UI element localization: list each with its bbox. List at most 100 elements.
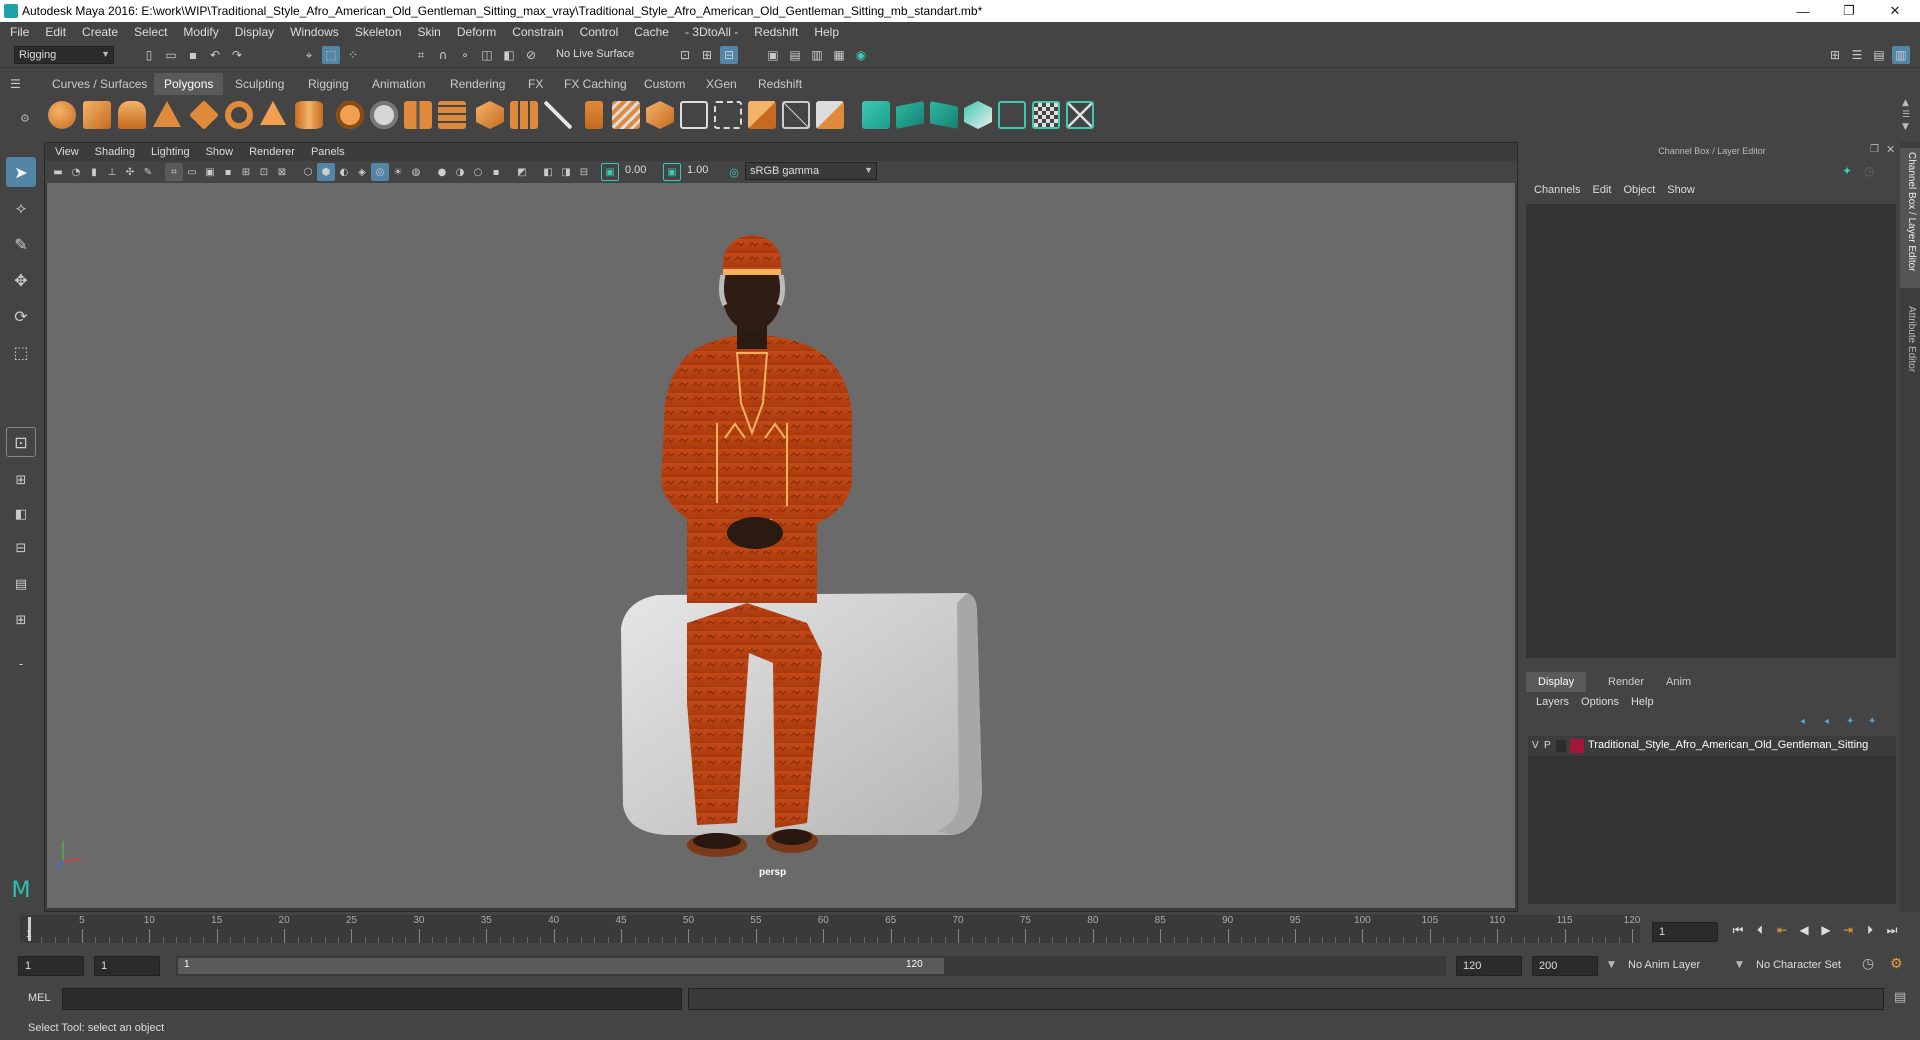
hypershade-icon[interactable]: ◉ bbox=[852, 46, 870, 64]
depth-of-field-icon[interactable]: ○ bbox=[469, 163, 487, 181]
layer-tab-render[interactable]: Render bbox=[1596, 672, 1656, 692]
new-scene-icon[interactable]: ▯ bbox=[140, 46, 158, 64]
shelf-tab-custom[interactable]: Custom bbox=[634, 73, 695, 95]
snap-curve-icon[interactable]: ∩ bbox=[434, 46, 452, 64]
shelf-scroll-icon[interactable]: ▲ ☰ ▼ bbox=[1902, 97, 1910, 133]
gamma-icon[interactable]: ▣ bbox=[663, 163, 681, 181]
merge-icon[interactable] bbox=[748, 101, 776, 129]
resolution-gate-icon[interactable]: ▣ bbox=[201, 163, 219, 181]
fill-hole-icon[interactable] bbox=[714, 101, 742, 129]
exposure-icon[interactable]: ▣ bbox=[601, 163, 619, 181]
chevron-down-icon[interactable]: ▼ bbox=[1608, 960, 1615, 970]
layer-color-swatch[interactable] bbox=[1570, 739, 1584, 753]
menu-modify[interactable]: Modify bbox=[175, 25, 226, 39]
object-menu[interactable]: Object bbox=[1623, 184, 1667, 202]
uv-automatic-icon[interactable] bbox=[964, 101, 992, 129]
layer-row[interactable]: V P Traditional_Style_Afro_American_Old_… bbox=[1528, 736, 1896, 756]
exposure-field[interactable]: 0.00 bbox=[621, 162, 661, 180]
script-language-label[interactable]: MEL bbox=[28, 992, 51, 1004]
options-menu[interactable]: Options bbox=[1581, 696, 1631, 708]
shelf-tab-rendering[interactable]: Rendering bbox=[440, 73, 515, 95]
viewport-menu-show[interactable]: Show bbox=[198, 146, 242, 158]
snap-live-icon[interactable]: ⊘ bbox=[522, 46, 540, 64]
layer-name[interactable]: Traditional_Style_Afro_American_Old_Gent… bbox=[1588, 739, 1868, 751]
pan-zoom-icon[interactable]: ✣ bbox=[121, 163, 139, 181]
shelf-tab-fx[interactable]: FX bbox=[518, 73, 553, 95]
attribute-editor-toggle-icon[interactable]: ☰ bbox=[1848, 46, 1866, 64]
command-input[interactable] bbox=[62, 988, 682, 1010]
safe-action-icon[interactable]: ⊡ bbox=[255, 163, 273, 181]
move-layer-up-icon[interactable]: ◂ bbox=[1800, 716, 1805, 727]
select-component-icon[interactable]: ⁘ bbox=[344, 46, 362, 64]
uv-spherical-icon[interactable] bbox=[930, 101, 958, 129]
time-slider[interactable]: 1 5 10 15 20 25 30 35 40 45 50 55 60 65 70 75 80 85 90 95 1… bbox=[20, 915, 1640, 943]
new-layer-selected-icon[interactable]: ✦ bbox=[1868, 716, 1876, 727]
menu-windows[interactable]: Windows bbox=[282, 25, 347, 39]
boolean-icon[interactable] bbox=[476, 101, 504, 129]
shelf-tab-xgen[interactable]: XGen bbox=[696, 73, 747, 95]
live-surface-field[interactable]: No Live Surface bbox=[552, 46, 648, 64]
bevel-icon[interactable] bbox=[646, 101, 674, 129]
shelf-tab-curves-surfaces[interactable]: Curves / Surfaces bbox=[42, 73, 157, 95]
select-hierarchy-icon[interactable]: ⌖ bbox=[300, 46, 318, 64]
bridge-icon[interactable] bbox=[612, 101, 640, 129]
extrude-icon[interactable] bbox=[585, 101, 603, 129]
select-tool-icon[interactable]: ➤ bbox=[6, 157, 36, 187]
layer-type-toggle[interactable] bbox=[1556, 740, 1566, 752]
extract-icon[interactable] bbox=[404, 101, 432, 129]
poly-cube-icon[interactable] bbox=[83, 101, 111, 129]
anim-layer-dropdown[interactable]: No Anim Layer bbox=[1628, 959, 1700, 971]
isolate-select-icon[interactable]: ▪ bbox=[487, 163, 505, 181]
hud-icon[interactable]: ⊟ bbox=[575, 163, 593, 181]
uv-unfold-icon[interactable] bbox=[998, 101, 1026, 129]
modeling-toolkit-icon[interactable]: ⊞ bbox=[1826, 46, 1844, 64]
menu-help[interactable]: Help bbox=[806, 25, 847, 39]
channel-list-area[interactable] bbox=[1526, 204, 1896, 658]
playback-end-field[interactable]: 120 bbox=[1456, 956, 1522, 976]
edit-menu[interactable]: Edit bbox=[1592, 184, 1623, 202]
current-frame-field[interactable]: 1 bbox=[1652, 922, 1718, 942]
menu-edit[interactable]: Edit bbox=[37, 25, 74, 39]
range-slider-handle[interactable] bbox=[178, 958, 944, 974]
poly-cone-icon[interactable] bbox=[153, 101, 181, 127]
layer-visibility-toggle[interactable]: V bbox=[1532, 740, 1539, 751]
viewport-menu-view[interactable]: View bbox=[45, 146, 87, 158]
menu-skin[interactable]: Skin bbox=[410, 25, 449, 39]
xray-joints-icon[interactable]: ◧ bbox=[539, 163, 557, 181]
persp-outliner-layout-icon[interactable]: ◧ bbox=[6, 499, 36, 529]
step-back-key-icon[interactable]: ⏴ bbox=[1752, 922, 1768, 938]
reduce-icon[interactable] bbox=[510, 101, 538, 129]
menu-skeleton[interactable]: Skeleton bbox=[347, 25, 410, 39]
camera-select-icon[interactable]: ▬ bbox=[49, 163, 67, 181]
menu-constrain[interactable]: Constrain bbox=[504, 25, 571, 39]
scale-tool-icon[interactable]: ⬚ bbox=[6, 337, 36, 367]
show-menu[interactable]: Show bbox=[1667, 184, 1707, 202]
uv-editor-icon[interactable] bbox=[1066, 101, 1094, 129]
shelf-tab-animation[interactable]: Animation bbox=[362, 73, 435, 95]
film-gate-icon[interactable]: ▭ bbox=[183, 163, 201, 181]
paint-select-tool-icon[interactable]: ✎ bbox=[6, 229, 36, 259]
poly-pipe-icon[interactable] bbox=[295, 101, 323, 129]
poly-plane-icon[interactable] bbox=[189, 100, 219, 130]
symmetry-icon[interactable]: ⊟ bbox=[720, 46, 738, 64]
range-slider[interactable]: 1 120 bbox=[176, 956, 946, 976]
shelf-options-icon[interactable]: ⚙ bbox=[20, 112, 30, 125]
menu-deform[interactable]: Deform bbox=[449, 25, 504, 39]
four-view-layout-icon[interactable]: ⊞ bbox=[6, 465, 36, 495]
single-perspective-layout-icon[interactable]: ⊡ bbox=[6, 427, 36, 457]
go-to-end-icon[interactable]: ⏭ bbox=[1884, 922, 1900, 938]
color-space-dropdown[interactable]: sRGB gamma ▼ bbox=[745, 162, 877, 180]
speed-icon[interactable]: ◷ bbox=[1864, 164, 1874, 178]
layer-help-menu[interactable]: Help bbox=[1631, 696, 1666, 708]
snap-surface-icon[interactable]: ◧ bbox=[500, 46, 518, 64]
play-forward-icon[interactable]: ▶ bbox=[1818, 922, 1834, 938]
image-plane-icon[interactable]: ⊥ bbox=[103, 163, 121, 181]
wireframe-icon[interactable]: ⬡ bbox=[299, 163, 317, 181]
lasso-tool-icon[interactable]: ⟡ bbox=[6, 193, 36, 223]
snap-point-icon[interactable]: ∘ bbox=[456, 46, 474, 64]
safe-title-icon[interactable]: ⊠ bbox=[273, 163, 291, 181]
menu-select[interactable]: Select bbox=[126, 25, 175, 39]
anti-aliasing-icon[interactable]: ◑ bbox=[451, 163, 469, 181]
new-layer-icon[interactable]: ✦ bbox=[1846, 716, 1854, 727]
append-polygon-icon[interactable] bbox=[680, 101, 708, 129]
